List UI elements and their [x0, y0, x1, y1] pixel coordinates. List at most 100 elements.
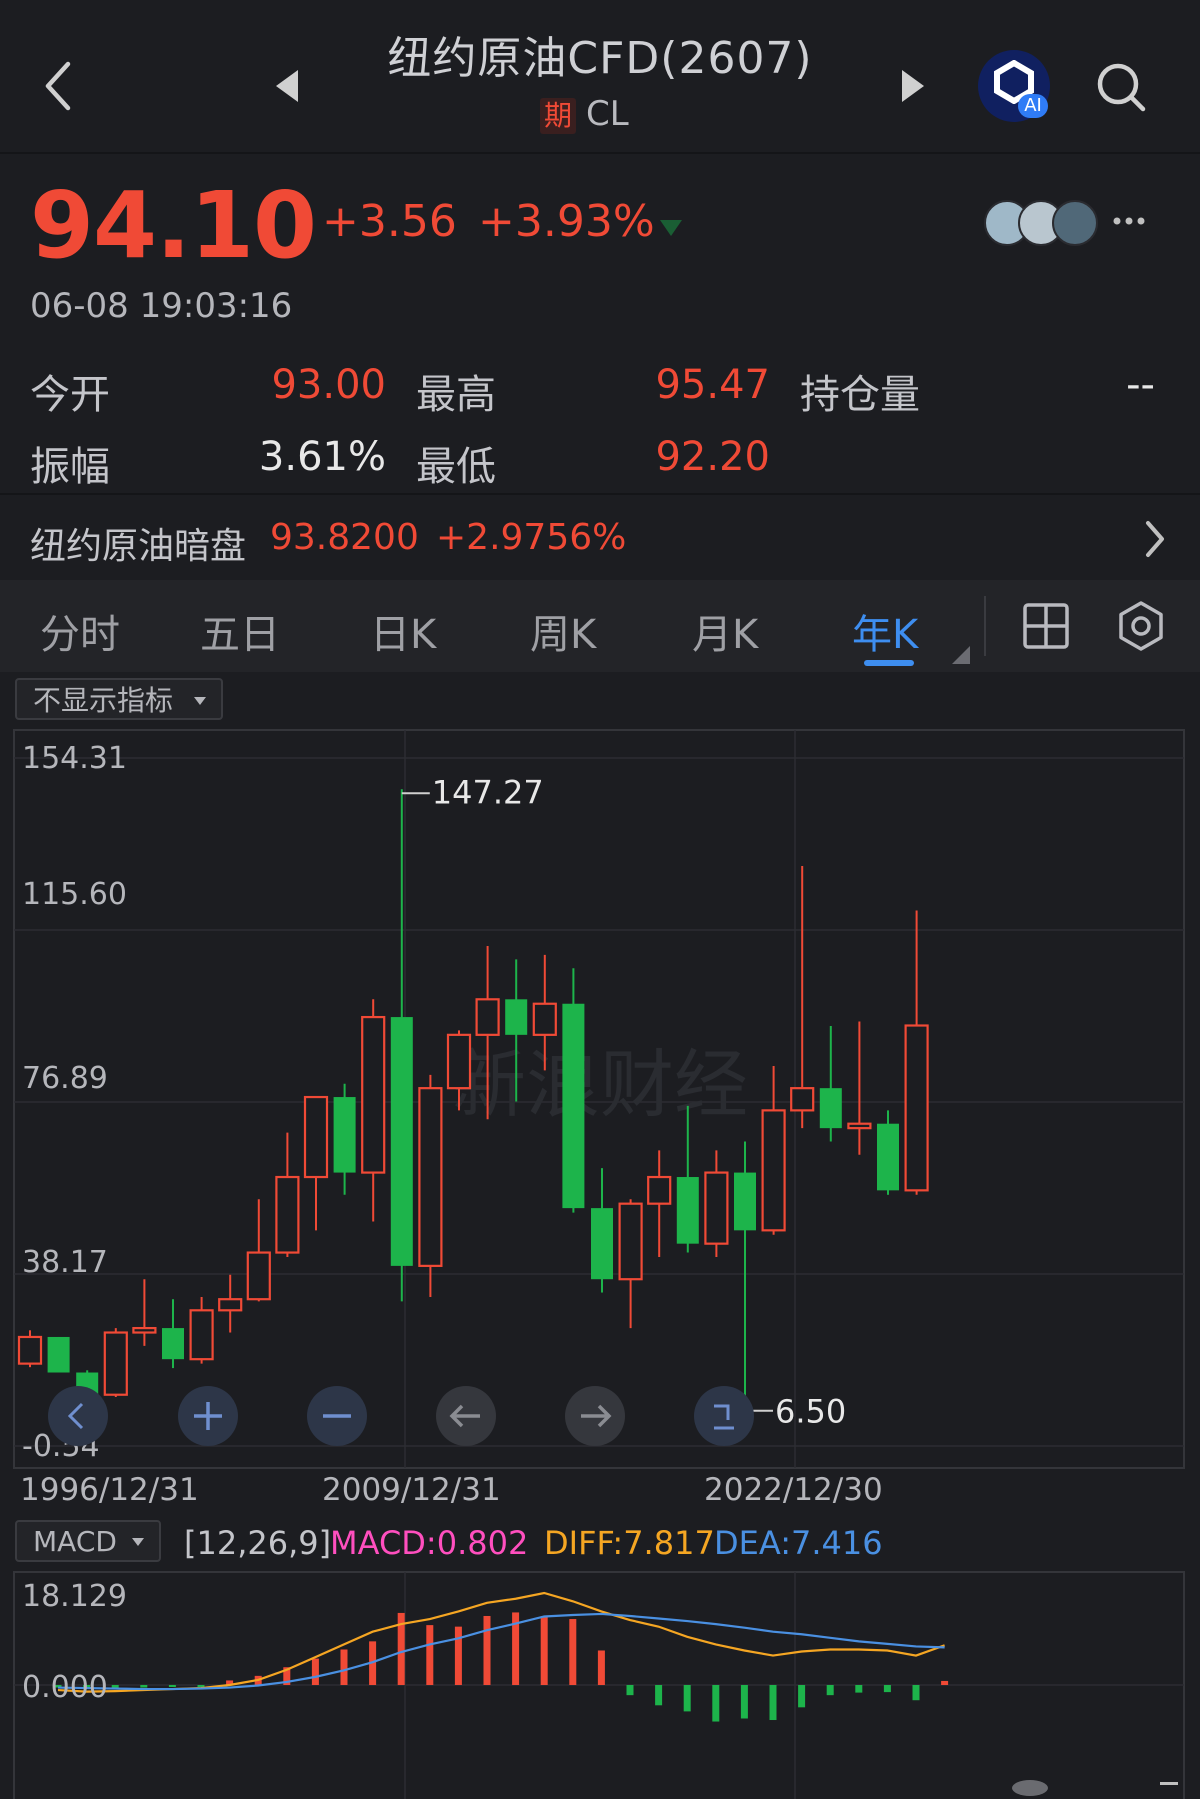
instrument-code: 期 CL [540, 94, 629, 134]
candle-body [734, 1172, 756, 1231]
tab-five-day[interactable]: 五日 [200, 602, 280, 660]
candle [562, 968, 585, 1213]
settings-icon[interactable] [1116, 600, 1166, 652]
candle [618, 1199, 643, 1329]
candle [390, 789, 413, 1302]
macd-bar [655, 1685, 663, 1706]
caret-down-icon [132, 1538, 144, 1546]
candle [361, 999, 386, 1222]
price-change: +3.56 [322, 196, 457, 247]
reset-view-button[interactable] [694, 1386, 754, 1446]
macd-value: MACD:0.802 [330, 1524, 529, 1562]
open-interest-value: -- [1126, 362, 1155, 408]
tab-intraday[interactable]: 分时 [40, 602, 120, 660]
macd-bar [883, 1685, 891, 1693]
more-icon[interactable] [1112, 214, 1146, 228]
candle [591, 1168, 613, 1293]
macd-params: [12,26,9] [184, 1524, 332, 1562]
low-value: 92.20 [655, 434, 770, 480]
followers-avatars[interactable] [984, 200, 1100, 246]
zoom-out-button[interactable] [307, 1386, 367, 1446]
candle [17, 1330, 43, 1368]
macd-bar [597, 1650, 605, 1685]
macd-bar [454, 1626, 462, 1685]
macd-bar [769, 1685, 777, 1721]
candle-body [877, 1123, 899, 1191]
tab-weekly-k[interactable]: 周K [530, 602, 596, 660]
candle-body [562, 1003, 585, 1209]
scroll-right-button[interactable] [565, 1386, 625, 1446]
open-interest-label: 持仓量 [800, 372, 920, 418]
prev-contract-icon[interactable] [272, 66, 302, 106]
candle-body [303, 1095, 329, 1179]
high-label: 最高 [416, 372, 496, 418]
sub-indicator-select[interactable]: MACD [15, 1520, 161, 1562]
macd-y-tick: 18.129 [22, 1579, 127, 1614]
candle-body [446, 1033, 472, 1090]
scroll-left-button[interactable] [436, 1386, 496, 1446]
layout-grid-icon[interactable] [1022, 602, 1070, 650]
ai-assistant-button[interactable]: AI [978, 50, 1050, 122]
macd-bar [941, 1680, 949, 1685]
after-hours-row[interactable]: 纽约原油暗盘 93.8200 +2.9756% [0, 493, 1200, 581]
amplitude-value: 3.61% [258, 434, 386, 480]
tab-yearly-k[interactable]: 年K [852, 602, 918, 660]
down-arrow-icon [660, 220, 682, 236]
candle-body [819, 1088, 842, 1129]
after-hours-label: 纽约原油暗盘 [30, 526, 247, 567]
next-contract-icon[interactable] [898, 66, 928, 106]
macd-bar [683, 1685, 691, 1712]
min-price-label: 6.50 [775, 1393, 846, 1431]
candle [819, 1025, 842, 1142]
macd-bar [140, 1685, 148, 1688]
candle-body [618, 1202, 643, 1281]
low-label: 最低 [416, 444, 496, 490]
macd-chart[interactable]: 18.129 0.000 [0, 1568, 1200, 1799]
divider [984, 596, 986, 656]
candle-body [704, 1171, 729, 1245]
macd-bar [740, 1685, 748, 1719]
macd-bar [798, 1685, 806, 1708]
candle [734, 1141, 756, 1415]
tab-daily-k[interactable]: 日K [370, 602, 436, 660]
max-price-label: 147.27 [432, 773, 544, 811]
candle [761, 1065, 786, 1235]
high-value: 95.47 [655, 362, 770, 408]
macd-bar [168, 1685, 176, 1687]
x-axis-label: 2022/12/30 [704, 1472, 883, 1508]
sub-indicator-label: MACD [33, 1525, 117, 1558]
candle-body [505, 999, 528, 1035]
back-icon[interactable] [38, 58, 78, 114]
macd-bar [426, 1625, 434, 1685]
price-change-percent: +3.93% [478, 196, 655, 247]
candle-body [189, 1309, 214, 1361]
candle-body [390, 1017, 413, 1266]
open-value: 93.00 [271, 362, 386, 408]
diff-line [57, 1591, 945, 1693]
macd-bar [912, 1685, 920, 1701]
float-window-icon[interactable] [1000, 1770, 1180, 1796]
tab-monthly-k[interactable]: 月K [692, 602, 758, 660]
macd-bar [569, 1619, 577, 1685]
corner-triangle-icon [952, 646, 970, 664]
candle [303, 1095, 329, 1231]
candle-body [591, 1208, 613, 1280]
candle [647, 1150, 672, 1257]
macd-bar [826, 1685, 834, 1696]
scroll-left-fast-button[interactable] [48, 1386, 108, 1446]
open-label: 今开 [30, 372, 110, 418]
macd-bar [311, 1658, 319, 1685]
candle [246, 1199, 271, 1302]
amplitude-label: 振幅 [30, 444, 110, 490]
macd-bar [483, 1615, 491, 1685]
indicator-select[interactable]: 不显示指标 [15, 678, 223, 720]
candlestick-chart[interactable]: 新浪财经 154.31 115.60 76.89 38.17 -0.54 147… [0, 728, 1200, 1518]
candle [877, 1110, 899, 1195]
candle [847, 1021, 872, 1155]
macd-grid [14, 1572, 1184, 1799]
search-icon[interactable] [1094, 60, 1148, 114]
candle-body [47, 1336, 70, 1373]
candle-body [275, 1175, 300, 1254]
zoom-in-button[interactable] [178, 1386, 238, 1446]
watermark: 新浪财经 [452, 1042, 748, 1128]
